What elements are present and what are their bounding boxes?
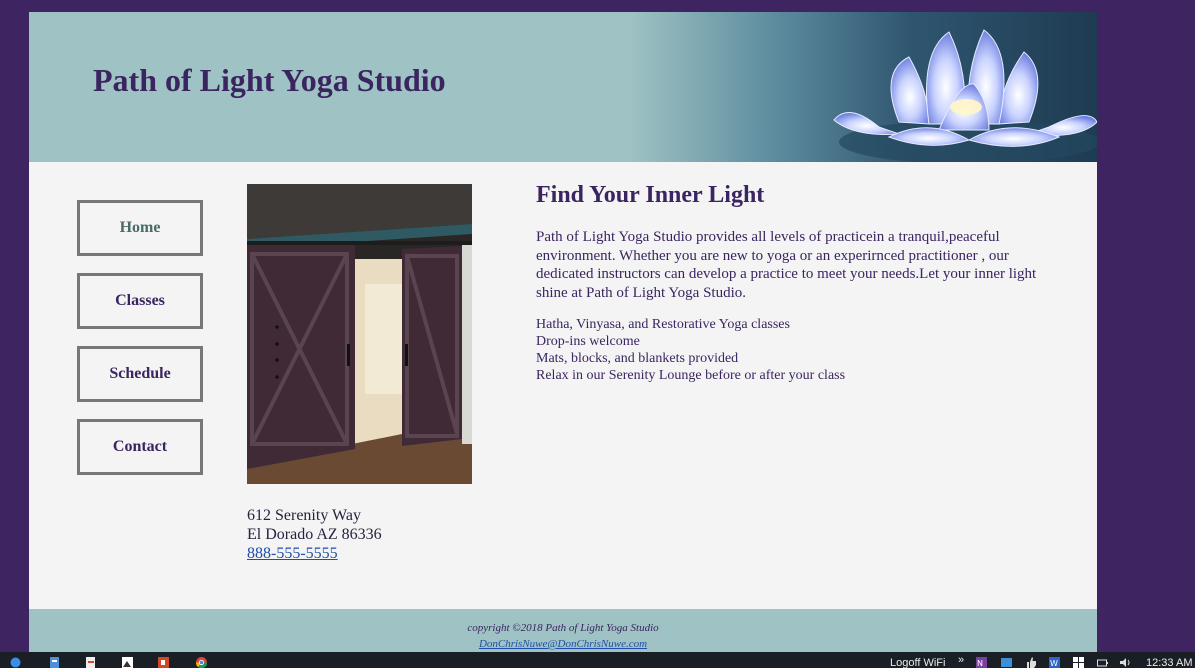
powerpoint-icon[interactable] xyxy=(158,657,169,668)
word-icon[interactable]: W xyxy=(1049,657,1060,668)
battery-icon[interactable] xyxy=(1097,657,1108,668)
intro-paragraph: Path of Light Yoga Studio provides all l… xyxy=(536,229,1037,301)
nav-home-button[interactable]: Home xyxy=(77,200,203,256)
site-footer: copyright ©2018 Path of Light Yoga Studi… xyxy=(29,609,1097,652)
page-container: Path of Light Yoga Studio Home Classes S… xyxy=(29,12,1097,652)
onenote-icon[interactable]: N xyxy=(976,657,987,668)
windows-taskbar: Logoff WiFi » N W 12:33 AM xyxy=(0,652,1195,668)
list-item: Mats, blocks, and blankets provided xyxy=(536,351,739,366)
main-navigation: Home Classes Schedule Contact xyxy=(77,200,203,492)
nav-schedule-button[interactable]: Schedule xyxy=(77,346,203,402)
site-header: Path of Light Yoga Studio xyxy=(29,12,1097,162)
volume-icon[interactable] xyxy=(1120,657,1131,668)
studio-barn-doors-photo xyxy=(247,184,472,484)
address-city: El Dorado AZ 86336 xyxy=(247,526,382,543)
contact-info: 612 Serenity Way El Dorado AZ 86336 888-… xyxy=(247,506,382,563)
features-list: Hatha, Vinyasa, and Restorative Yoga cla… xyxy=(536,316,1056,384)
image-icon[interactable] xyxy=(122,657,133,668)
lotus-banner-image xyxy=(629,12,1097,162)
list-item: Relax in our Serenity Lounge before or a… xyxy=(536,368,846,383)
thumbs-up-icon[interactable] xyxy=(1026,657,1037,668)
list-item: Drop-ins welcome xyxy=(536,334,640,349)
network-icon[interactable] xyxy=(1001,657,1012,668)
nav-classes-button[interactable]: Classes xyxy=(77,273,203,329)
footer-email-link[interactable]: DonChrisNuwe@DonChrisNuwe.com xyxy=(29,638,1097,650)
taskbar-overflow-chevron[interactable]: » xyxy=(958,654,964,666)
page-heading: Find Your Inner Light xyxy=(536,182,765,208)
list-item: Hatha, Vinyasa, and Restorative Yoga cla… xyxy=(536,317,790,332)
windows-start-icon[interactable] xyxy=(10,657,21,668)
document-icon[interactable] xyxy=(85,657,96,668)
chrome-icon[interactable] xyxy=(196,657,207,668)
main-content: Find Your Inner Light Path of Light Yoga… xyxy=(536,182,1056,384)
address-street: 612 Serenity Way xyxy=(247,507,361,524)
windows-logo-icon[interactable] xyxy=(1073,657,1084,668)
svg-text:W: W xyxy=(1050,659,1058,668)
nav-contact-button[interactable]: Contact xyxy=(77,419,203,475)
taskbar-clock[interactable]: 12:33 AM xyxy=(1146,657,1192,668)
copyright-text: copyright ©2018 Path of Light Yoga Studi… xyxy=(467,622,659,634)
notepad-icon[interactable] xyxy=(49,657,60,668)
phone-link[interactable]: 888-555-5555 xyxy=(247,545,338,562)
logoff-wifi-label[interactable]: Logoff WiFi xyxy=(890,657,945,668)
site-title: Path of Light Yoga Studio xyxy=(93,62,446,98)
svg-text:N: N xyxy=(977,659,983,668)
